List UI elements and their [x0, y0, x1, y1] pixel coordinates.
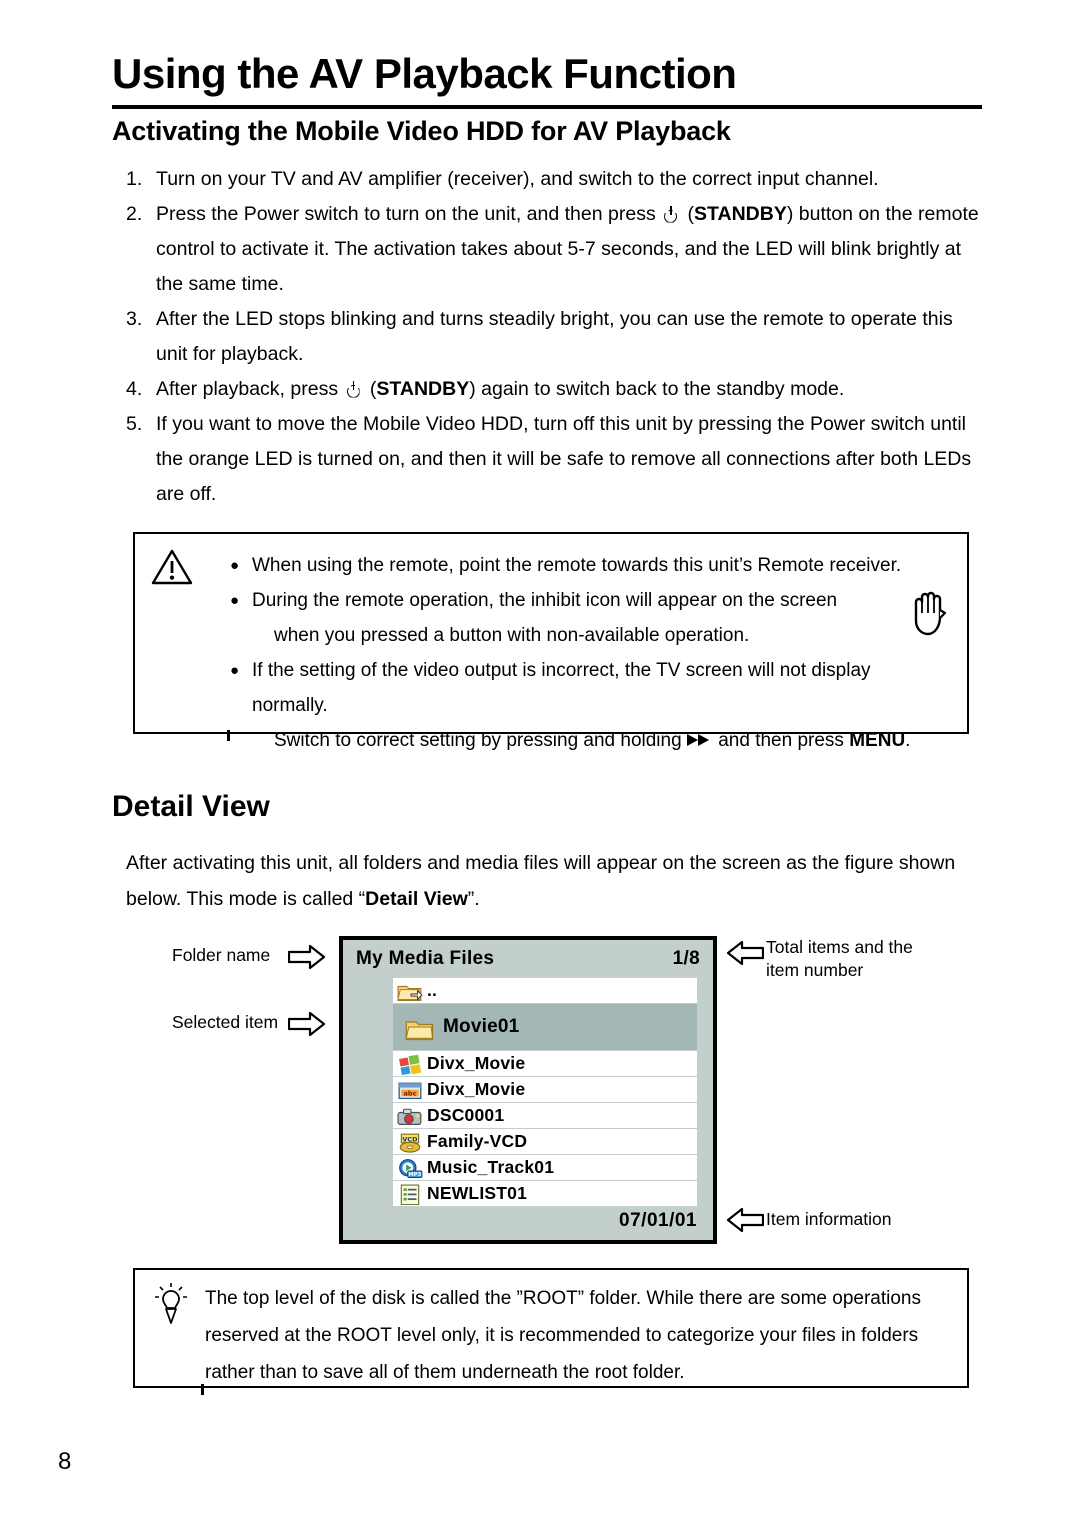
subtitle-abc-icon: abc [397, 1080, 423, 1100]
file-list-item[interactable]: VCD Family-VCD [393, 1129, 697, 1154]
caution-bullet: when you pressed a button with non-avail… [230, 618, 945, 653]
file-name: NEWLIST01 [427, 1183, 528, 1203]
tip-box-tick [201, 1384, 204, 1395]
file-name: Music_Track01 [427, 1157, 555, 1177]
caution-box: ● When using the remote, point the remote… [133, 532, 969, 751]
playlist-icon [397, 1183, 423, 1205]
mockup-file-list[interactable]: .. Movie01 Divx_Movie abc Divx_Movie DSC0001 V… [393, 978, 697, 1207]
caution-bullet-text: When using the remote, point the remote … [252, 555, 902, 576]
detail-view-intro: After activating this unit, all folders … [126, 852, 956, 910]
step-text: After the LED stops blinking and turns s… [156, 308, 953, 365]
step-number: 3. [126, 308, 143, 330]
power-standby-icon [663, 206, 680, 223]
detail-view-heading: Detail View [112, 790, 270, 823]
caution-bullet-text: when you pressed a button with non-avail… [274, 625, 750, 646]
emphasis-text: Detail View [365, 888, 468, 910]
title-divider [112, 105, 982, 109]
manual-page: Using the AV Playback Function Activatin… [0, 0, 1080, 1529]
file-list-item[interactable]: NEWLIST01 [393, 1181, 697, 1206]
callout-arrow-right-selected-icon [288, 1011, 326, 1037]
step-text: Press the Power switch to turn on the un… [156, 203, 979, 295]
file-name: .. [427, 980, 438, 1000]
file-list-item[interactable]: .. [393, 978, 697, 1003]
caution-bullet-text: If the setting of the video output is in… [252, 660, 871, 716]
callout-selected-item: Selected item [172, 1012, 279, 1032]
detail-view-mockup: My Media Files 1/8 .. Movie01 Divx_Movie ab… [339, 936, 717, 1244]
mockup-header: My Media Files 1/8 [356, 948, 700, 970]
step-text: If you want to move the Mobile Video HDD… [156, 413, 972, 505]
file-name: DSC0001 [427, 1105, 505, 1125]
tip-text: The top level of the disk is called the … [205, 1288, 921, 1383]
page-number: 8 [58, 1448, 72, 1475]
callout-arrow-right-folder-icon [288, 944, 326, 970]
caution-bullet-text: During the remote operation, the inhibit… [252, 590, 838, 611]
instruction-step: 4. After playback, press (STANDBY) again … [126, 372, 982, 407]
caution-bullet: Switch to correct setting by pressing an… [230, 723, 945, 758]
file-name: Divx_Movie [427, 1053, 526, 1073]
instruction-step: 3. After the LED stops blinking and turns… [126, 302, 982, 372]
step-number: 1. [126, 168, 143, 190]
step-text: After playback, press (STANDBY) again to… [156, 378, 845, 400]
mockup-date: 07/01/01 [619, 1210, 697, 1231]
bullet-marker: ● [230, 592, 240, 609]
chapter-title: Using the AV Playback Function [112, 50, 737, 97]
caution-bullet-text: Switch to correct setting by pressing an… [274, 730, 911, 751]
instruction-step: 5. If you want to move the Mobile Video H… [126, 407, 982, 512]
file-list-item-selected[interactable]: Movie01 [393, 1004, 697, 1050]
emphasis-text: STANDBY [376, 378, 470, 400]
callout-arrow-left-total-icon [726, 940, 764, 966]
file-name: Divx_Movie [427, 1079, 526, 1099]
bullet-marker: ● [230, 557, 240, 574]
instruction-steps: 1. Turn on your TV and AV amplifier (rece… [126, 162, 982, 512]
instruction-step: 1. Turn on your TV and AV amplifier (rece… [126, 162, 982, 197]
callout-total-items: Total items and the item number [766, 936, 913, 982]
tip-box: The top level of the disk is called the … [133, 1268, 969, 1395]
callout-arrow-left-item-icon [726, 1207, 764, 1233]
camera-photo-icon [397, 1106, 423, 1126]
mockup-folder-name: My Media Files [356, 948, 495, 969]
parent-folder-icon [397, 981, 423, 1001]
lightbulb-icon [155, 1283, 187, 1324]
caution-box-tick [227, 730, 230, 741]
file-name: Family-VCD [427, 1131, 528, 1151]
mp3-music-icon: MP3 [397, 1158, 423, 1178]
svg-text:abc: abc [404, 1089, 417, 1097]
mockup-item-counter: 1/8 [672, 948, 700, 969]
fast-forward-icon [686, 734, 713, 747]
step-number: 4. [126, 378, 143, 400]
windows-video-icon [397, 1054, 423, 1075]
section-title: Activating the Mobile Video HDD for AV P… [112, 116, 731, 146]
callout-total-items-line1: Total items and the [766, 937, 913, 957]
instruction-step: 2. Press the Power switch to turn on the … [126, 197, 982, 302]
warning-triangle-icon [151, 549, 193, 585]
caution-bullet: ● During the remote operation, the inhibi… [230, 583, 945, 618]
power-standby-icon [346, 381, 363, 398]
vcd-disc-icon: VCD [397, 1132, 423, 1153]
file-name: Movie01 [443, 1016, 520, 1037]
caution-bullet-list: ● When using the remote, point the remote… [230, 548, 945, 758]
step-text: Turn on your TV and AV amplifier (receiv… [156, 168, 879, 190]
file-list-item[interactable]: MP3 Music_Track01 [393, 1155, 697, 1180]
caution-bullet: ● When using the remote, point the remote… [230, 548, 945, 583]
caution-bullet: ● If the setting of the video output is i… [230, 653, 945, 723]
emphasis-text: STANDBY [694, 203, 787, 225]
file-list-item[interactable]: DSC0001 [393, 1103, 697, 1128]
callout-folder-name: Folder name [172, 945, 271, 965]
file-list-item[interactable]: abc Divx_Movie [393, 1077, 697, 1102]
bullet-marker: ● [230, 662, 240, 679]
folder-icon [405, 1017, 435, 1041]
callout-item-information: Item information [766, 1209, 892, 1229]
callout-total-items-line2: item number [766, 960, 864, 980]
step-number: 2. [126, 203, 143, 225]
svg-text:MP3: MP3 [408, 1172, 421, 1178]
step-number: 5. [126, 413, 143, 435]
file-list-item[interactable]: Divx_Movie [393, 1051, 697, 1076]
emphasis-text: MENU [849, 730, 906, 751]
